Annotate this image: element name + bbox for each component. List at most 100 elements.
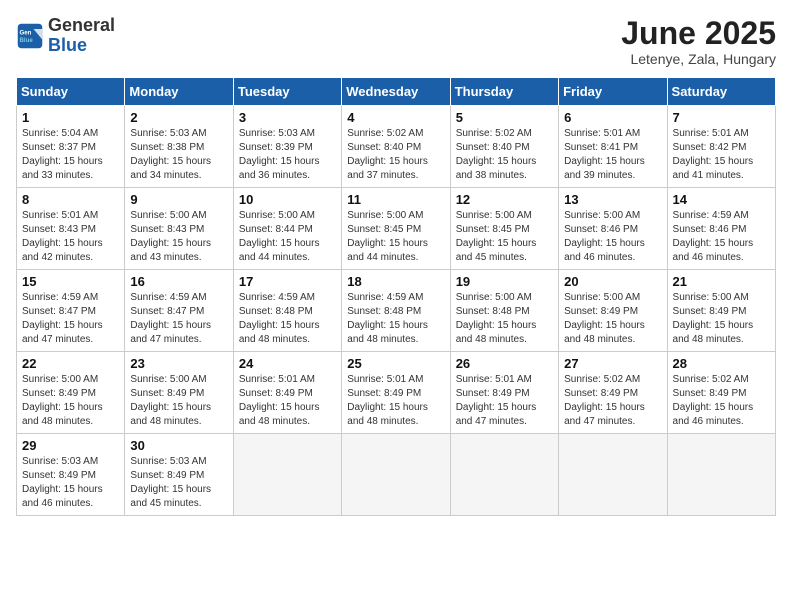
day-info: Sunrise: 5:01 AM Sunset: 8:49 PM Dayligh… bbox=[347, 373, 444, 429]
calendar-cell: 22 Sunrise: 5:00 AM Sunset: 8:49 PM Dayl… bbox=[17, 352, 125, 434]
logo-blue-text: Blue bbox=[48, 35, 87, 55]
day-number: 14 bbox=[673, 192, 770, 207]
calendar-cell bbox=[667, 434, 775, 516]
day-number: 2 bbox=[130, 110, 227, 125]
logo-icon: Gen Blue bbox=[16, 22, 44, 50]
day-number: 19 bbox=[456, 274, 553, 289]
day-info: Sunrise: 5:03 AM Sunset: 8:38 PM Dayligh… bbox=[130, 127, 227, 183]
day-number: 17 bbox=[239, 274, 336, 289]
calendar-cell: 19 Sunrise: 5:00 AM Sunset: 8:48 PM Dayl… bbox=[450, 270, 558, 352]
day-number: 23 bbox=[130, 356, 227, 371]
day-number: 7 bbox=[673, 110, 770, 125]
day-number: 26 bbox=[456, 356, 553, 371]
calendar-cell: 18 Sunrise: 4:59 AM Sunset: 8:48 PM Dayl… bbox=[342, 270, 450, 352]
calendar-cell: 25 Sunrise: 5:01 AM Sunset: 8:49 PM Dayl… bbox=[342, 352, 450, 434]
calendar-row-3: 15 Sunrise: 4:59 AM Sunset: 8:47 PM Dayl… bbox=[17, 270, 776, 352]
calendar-cell: 14 Sunrise: 4:59 AM Sunset: 8:46 PM Dayl… bbox=[667, 188, 775, 270]
day-number: 6 bbox=[564, 110, 661, 125]
day-info: Sunrise: 5:01 AM Sunset: 8:42 PM Dayligh… bbox=[673, 127, 770, 183]
day-number: 10 bbox=[239, 192, 336, 207]
day-number: 20 bbox=[564, 274, 661, 289]
calendar-cell bbox=[559, 434, 667, 516]
day-info: Sunrise: 5:03 AM Sunset: 8:39 PM Dayligh… bbox=[239, 127, 336, 183]
calendar-cell bbox=[233, 434, 341, 516]
day-number: 11 bbox=[347, 192, 444, 207]
calendar-cell: 4 Sunrise: 5:02 AM Sunset: 8:40 PM Dayli… bbox=[342, 106, 450, 188]
day-info: Sunrise: 5:01 AM Sunset: 8:49 PM Dayligh… bbox=[239, 373, 336, 429]
calendar-cell: 17 Sunrise: 4:59 AM Sunset: 8:48 PM Dayl… bbox=[233, 270, 341, 352]
day-info: Sunrise: 5:01 AM Sunset: 8:41 PM Dayligh… bbox=[564, 127, 661, 183]
day-number: 1 bbox=[22, 110, 119, 125]
calendar-cell: 15 Sunrise: 4:59 AM Sunset: 8:47 PM Dayl… bbox=[17, 270, 125, 352]
day-number: 9 bbox=[130, 192, 227, 207]
calendar-row-2: 8 Sunrise: 5:01 AM Sunset: 8:43 PM Dayli… bbox=[17, 188, 776, 270]
calendar-cell: 12 Sunrise: 5:00 AM Sunset: 8:45 PM Dayl… bbox=[450, 188, 558, 270]
day-info: Sunrise: 5:00 AM Sunset: 8:46 PM Dayligh… bbox=[564, 209, 661, 265]
calendar-cell: 1 Sunrise: 5:04 AM Sunset: 8:37 PM Dayli… bbox=[17, 106, 125, 188]
day-info: Sunrise: 4:59 AM Sunset: 8:48 PM Dayligh… bbox=[347, 291, 444, 347]
calendar-cell: 28 Sunrise: 5:02 AM Sunset: 8:49 PM Dayl… bbox=[667, 352, 775, 434]
calendar-cell: 27 Sunrise: 5:02 AM Sunset: 8:49 PM Dayl… bbox=[559, 352, 667, 434]
calendar-subtitle: Letenye, Zala, Hungary bbox=[621, 51, 776, 67]
calendar-cell bbox=[450, 434, 558, 516]
calendar-cell: 10 Sunrise: 5:00 AM Sunset: 8:44 PM Dayl… bbox=[233, 188, 341, 270]
day-info: Sunrise: 5:04 AM Sunset: 8:37 PM Dayligh… bbox=[22, 127, 119, 183]
day-number: 15 bbox=[22, 274, 119, 289]
day-number: 21 bbox=[673, 274, 770, 289]
calendar-row-1: 1 Sunrise: 5:04 AM Sunset: 8:37 PM Dayli… bbox=[17, 106, 776, 188]
day-info: Sunrise: 5:00 AM Sunset: 8:49 PM Dayligh… bbox=[130, 373, 227, 429]
day-info: Sunrise: 5:00 AM Sunset: 8:48 PM Dayligh… bbox=[456, 291, 553, 347]
calendar-cell: 3 Sunrise: 5:03 AM Sunset: 8:39 PM Dayli… bbox=[233, 106, 341, 188]
day-number: 5 bbox=[456, 110, 553, 125]
day-info: Sunrise: 5:02 AM Sunset: 8:49 PM Dayligh… bbox=[564, 373, 661, 429]
logo: Gen Blue General Blue bbox=[16, 16, 115, 56]
col-saturday: Saturday bbox=[667, 78, 775, 106]
calendar-cell: 20 Sunrise: 5:00 AM Sunset: 8:49 PM Dayl… bbox=[559, 270, 667, 352]
calendar-cell: 2 Sunrise: 5:03 AM Sunset: 8:38 PM Dayli… bbox=[125, 106, 233, 188]
svg-text:Blue: Blue bbox=[20, 37, 34, 44]
day-info: Sunrise: 5:00 AM Sunset: 8:44 PM Dayligh… bbox=[239, 209, 336, 265]
calendar-cell: 6 Sunrise: 5:01 AM Sunset: 8:41 PM Dayli… bbox=[559, 106, 667, 188]
calendar-cell: 13 Sunrise: 5:00 AM Sunset: 8:46 PM Dayl… bbox=[559, 188, 667, 270]
day-info: Sunrise: 4:59 AM Sunset: 8:47 PM Dayligh… bbox=[22, 291, 119, 347]
day-info: Sunrise: 5:00 AM Sunset: 8:45 PM Dayligh… bbox=[456, 209, 553, 265]
day-info: Sunrise: 5:00 AM Sunset: 8:45 PM Dayligh… bbox=[347, 209, 444, 265]
logo-general-text: General bbox=[48, 15, 115, 35]
day-info: Sunrise: 5:02 AM Sunset: 8:40 PM Dayligh… bbox=[456, 127, 553, 183]
day-info: Sunrise: 5:02 AM Sunset: 8:49 PM Dayligh… bbox=[673, 373, 770, 429]
col-friday: Friday bbox=[559, 78, 667, 106]
calendar-cell: 8 Sunrise: 5:01 AM Sunset: 8:43 PM Dayli… bbox=[17, 188, 125, 270]
col-tuesday: Tuesday bbox=[233, 78, 341, 106]
calendar-cell: 7 Sunrise: 5:01 AM Sunset: 8:42 PM Dayli… bbox=[667, 106, 775, 188]
page-header: Gen Blue General Blue June 2025 Letenye,… bbox=[16, 16, 776, 67]
day-number: 16 bbox=[130, 274, 227, 289]
col-wednesday: Wednesday bbox=[342, 78, 450, 106]
day-number: 24 bbox=[239, 356, 336, 371]
calendar-row-5: 29 Sunrise: 5:03 AM Sunset: 8:49 PM Dayl… bbox=[17, 434, 776, 516]
col-sunday: Sunday bbox=[17, 78, 125, 106]
col-monday: Monday bbox=[125, 78, 233, 106]
calendar-cell: 5 Sunrise: 5:02 AM Sunset: 8:40 PM Dayli… bbox=[450, 106, 558, 188]
calendar-cell: 30 Sunrise: 5:03 AM Sunset: 8:49 PM Dayl… bbox=[125, 434, 233, 516]
day-number: 22 bbox=[22, 356, 119, 371]
day-number: 8 bbox=[22, 192, 119, 207]
day-info: Sunrise: 5:00 AM Sunset: 8:49 PM Dayligh… bbox=[673, 291, 770, 347]
day-number: 28 bbox=[673, 356, 770, 371]
calendar-cell: 26 Sunrise: 5:01 AM Sunset: 8:49 PM Dayl… bbox=[450, 352, 558, 434]
day-info: Sunrise: 4:59 AM Sunset: 8:46 PM Dayligh… bbox=[673, 209, 770, 265]
day-info: Sunrise: 5:03 AM Sunset: 8:49 PM Dayligh… bbox=[130, 455, 227, 511]
calendar-title: June 2025 bbox=[621, 16, 776, 51]
calendar-row-4: 22 Sunrise: 5:00 AM Sunset: 8:49 PM Dayl… bbox=[17, 352, 776, 434]
day-info: Sunrise: 5:02 AM Sunset: 8:40 PM Dayligh… bbox=[347, 127, 444, 183]
day-number: 4 bbox=[347, 110, 444, 125]
calendar-cell: 29 Sunrise: 5:03 AM Sunset: 8:49 PM Dayl… bbox=[17, 434, 125, 516]
day-number: 30 bbox=[130, 438, 227, 453]
day-number: 12 bbox=[456, 192, 553, 207]
day-number: 13 bbox=[564, 192, 661, 207]
day-number: 18 bbox=[347, 274, 444, 289]
day-info: Sunrise: 5:00 AM Sunset: 8:49 PM Dayligh… bbox=[22, 373, 119, 429]
calendar-cell: 9 Sunrise: 5:00 AM Sunset: 8:43 PM Dayli… bbox=[125, 188, 233, 270]
col-thursday: Thursday bbox=[450, 78, 558, 106]
day-number: 3 bbox=[239, 110, 336, 125]
day-info: Sunrise: 4:59 AM Sunset: 8:48 PM Dayligh… bbox=[239, 291, 336, 347]
